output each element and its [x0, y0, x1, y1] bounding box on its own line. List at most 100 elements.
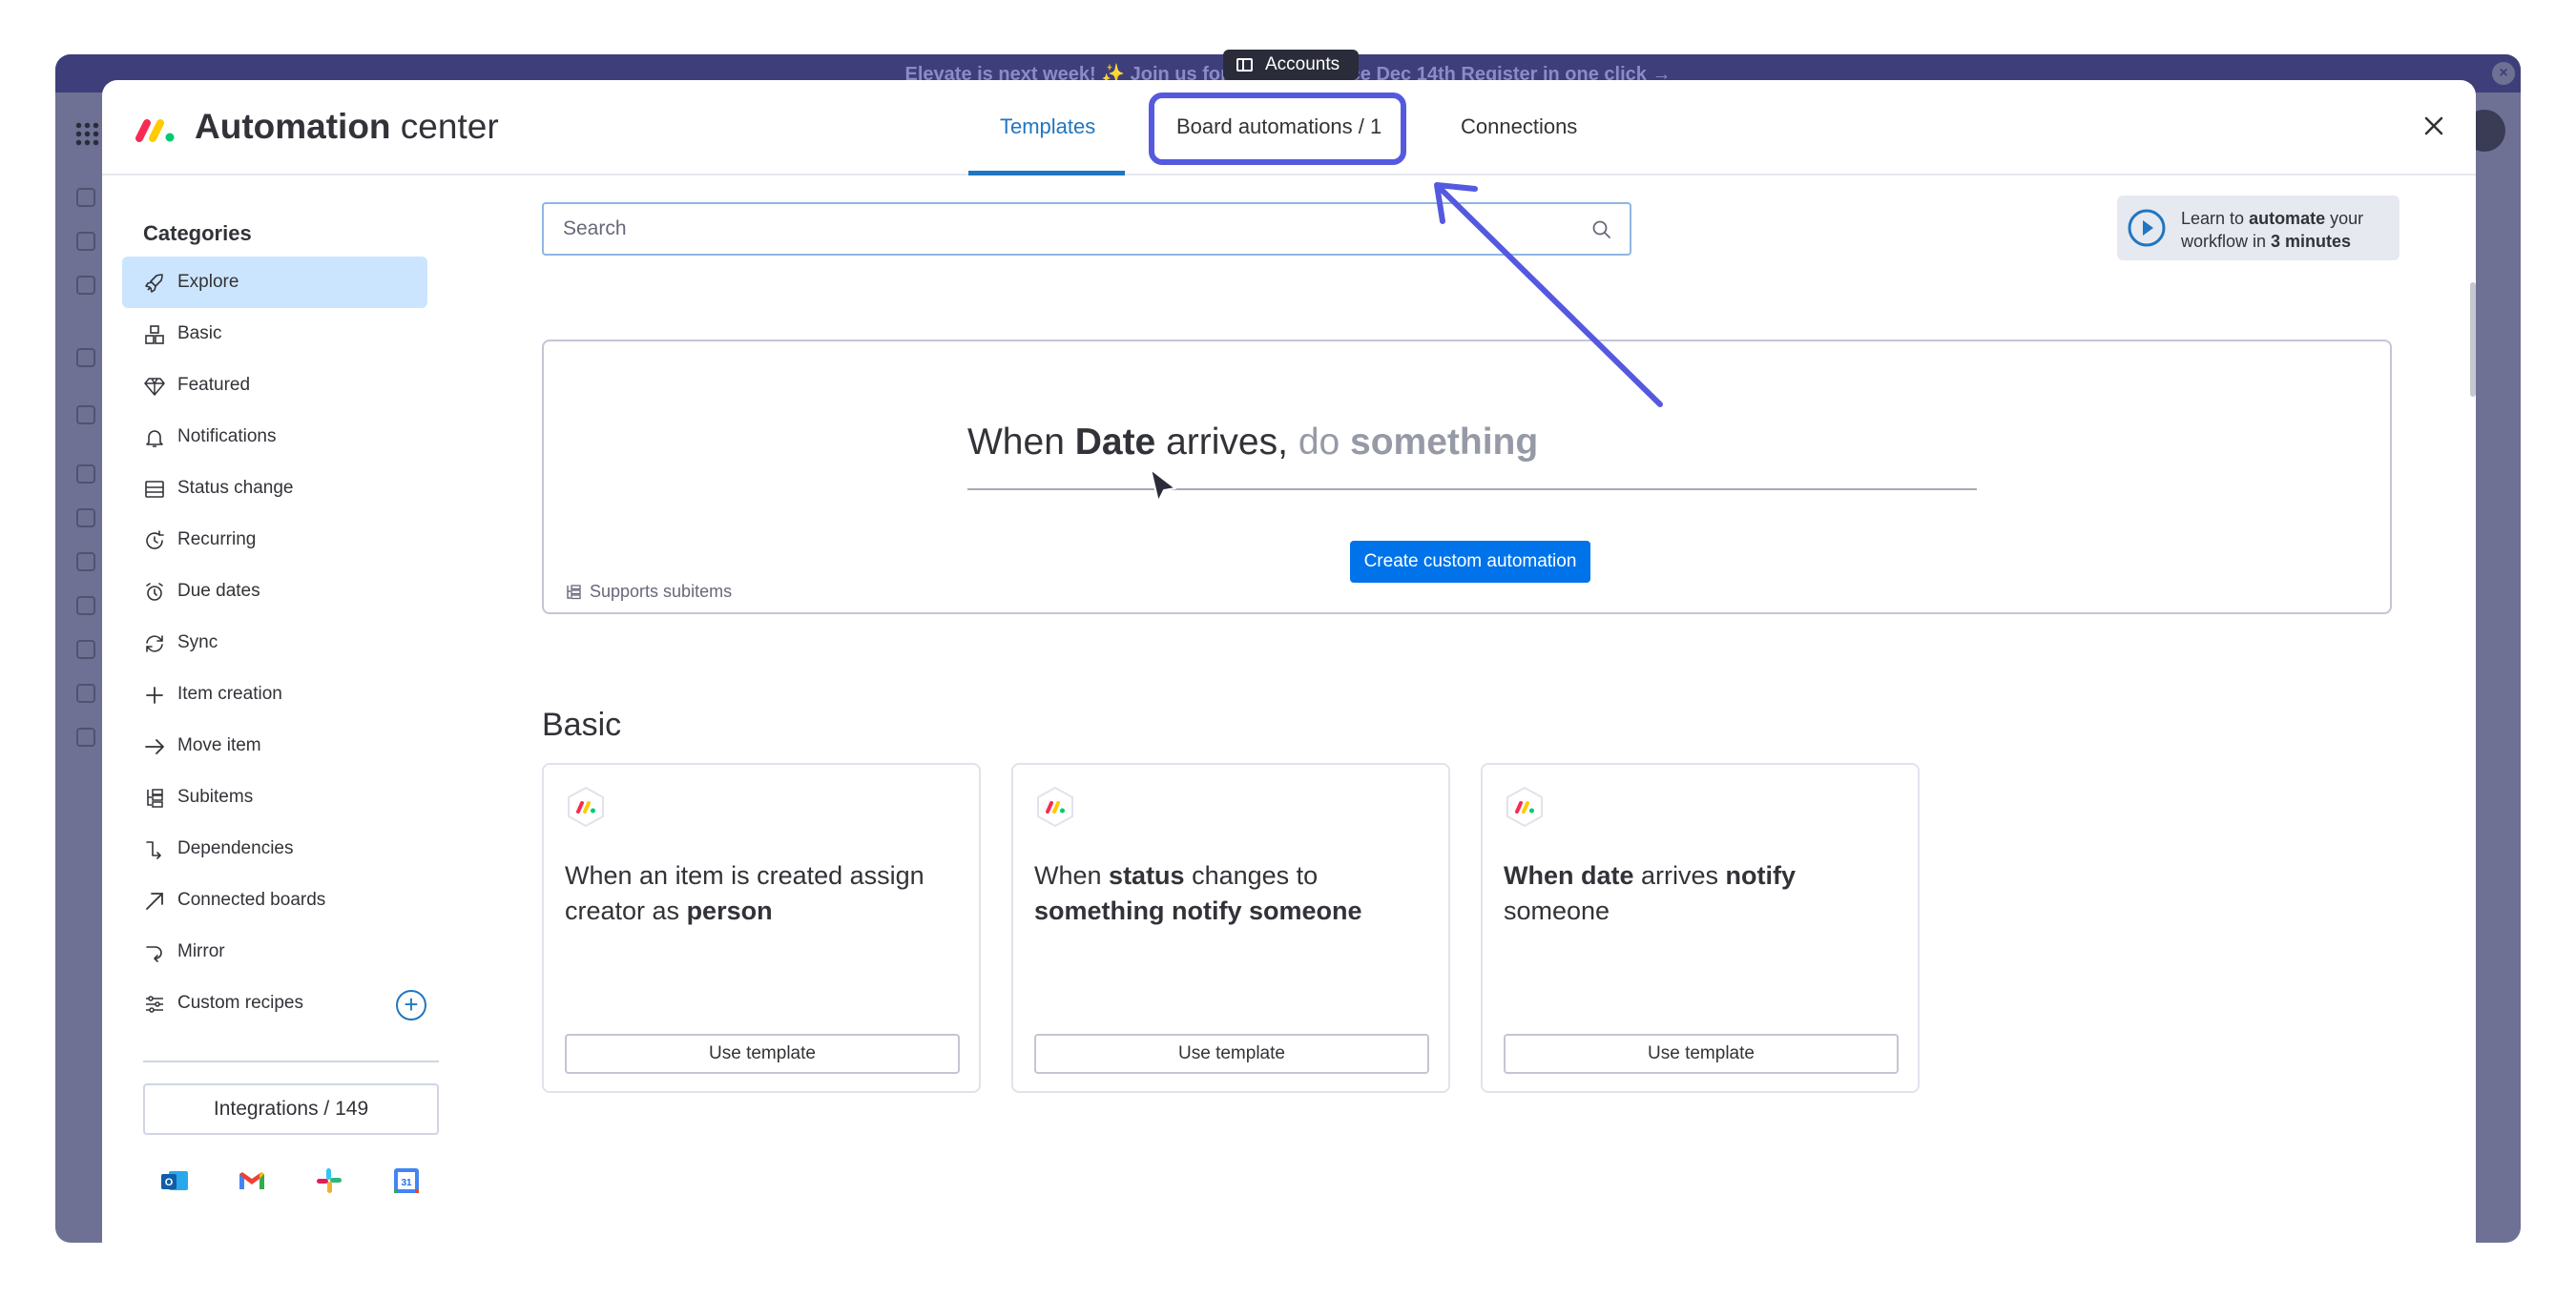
recurring-icon: [146, 530, 164, 549]
tab-templates[interactable]: Templates: [1000, 114, 1095, 139]
tab-connections[interactable]: Connections: [1461, 114, 1577, 139]
learn-video-card[interactable]: Learn to automate your workflow in 3 min…: [2117, 196, 2399, 260]
monday-logo-icon: [135, 119, 175, 142]
category-label: Recurring: [177, 529, 257, 549]
template-card[interactable]: When an item is created assign creator a…: [542, 763, 981, 1093]
svg-text:O: O: [165, 1177, 174, 1188]
category-label: Item creation: [177, 684, 282, 704]
accounts-tab-label: Accounts: [1265, 54, 1340, 74]
home-icon[interactable]: [76, 188, 95, 207]
banner-close-icon[interactable]: ×: [2492, 62, 2515, 85]
desc-bold: When date: [1504, 861, 1634, 890]
category-recurring[interactable]: Recurring: [122, 514, 427, 566]
category-label: Subitems: [177, 787, 254, 807]
category-label: Sync: [177, 632, 218, 652]
dependencies-icon: [146, 841, 161, 859]
category-item-creation[interactable]: Item creation: [122, 669, 427, 720]
outlook-icon[interactable]: O: [159, 1165, 190, 1196]
accounts-tab[interactable]: Accounts: [1223, 50, 1359, 80]
search-rail-icon[interactable]: [76, 405, 95, 424]
category-status-change[interactable]: Status change: [122, 463, 427, 514]
template-card[interactable]: When date arrives notify someone Use tem…: [1481, 763, 1920, 1093]
learn-bold-minutes: 3 minutes: [2271, 232, 2352, 251]
category-label: Custom recipes: [177, 993, 303, 1013]
category-notifications[interactable]: Notifications: [122, 411, 427, 463]
category-custom-recipes[interactable]: Custom recipes +: [122, 978, 427, 1029]
alarm-icon: [146, 583, 163, 601]
sidebar-toggle-icon: [1236, 58, 1253, 72]
svg-text:31: 31: [401, 1178, 412, 1188]
supports-subitems-label: Supports subitems: [565, 582, 732, 602]
automation-center-modal: Automation center Templates Board automa…: [102, 80, 2476, 1243]
sliders-icon: [146, 996, 163, 1013]
category-sync[interactable]: Sync: [122, 617, 427, 669]
category-label: Basic: [177, 323, 222, 343]
category-connected-boards[interactable]: Connected boards: [122, 875, 427, 926]
category-label: Mirror: [177, 941, 225, 961]
page-title: Automation center: [195, 107, 499, 147]
desc-bold: something notify someone: [1034, 896, 1362, 925]
desc-part: When: [1034, 861, 1110, 890]
category-dependencies[interactable]: Dependencies: [122, 823, 427, 875]
category-label: Notifications: [177, 426, 277, 446]
play-icon: [2128, 209, 2166, 247]
desc-bold: notify: [1725, 861, 1797, 890]
close-icon[interactable]: [2420, 113, 2447, 139]
desc-bold: person: [686, 896, 773, 925]
category-label: Connected boards: [177, 890, 326, 910]
slack-icon[interactable]: [314, 1165, 344, 1196]
apps-grid-icon[interactable]: [74, 121, 99, 146]
board-icon[interactable]: [76, 552, 95, 571]
google-calendar-icon[interactable]: 31: [391, 1165, 422, 1196]
board-icon[interactable]: [76, 640, 95, 659]
category-label: Dependencies: [177, 838, 294, 858]
create-custom-automation-button[interactable]: Create custom automation: [1350, 541, 1590, 583]
board-icon[interactable]: [76, 684, 95, 703]
title-light: center: [390, 107, 499, 146]
diamond-icon: [144, 378, 165, 396]
sentence-date-token[interactable]: Date: [1075, 422, 1156, 463]
sidebar-divider: [143, 1061, 439, 1062]
send-icon[interactable]: [76, 276, 95, 295]
category-label: Status change: [177, 478, 294, 498]
desc-part: someone: [1504, 896, 1610, 925]
arrow-right-icon: [145, 739, 164, 754]
scrollbar-thumb[interactable]: [2470, 282, 2476, 397]
search-icon[interactable]: [1591, 219, 1612, 240]
sentence-do: do: [1298, 422, 1351, 463]
mouse-cursor-icon: [1150, 468, 1176, 503]
gmail-icon[interactable]: [237, 1165, 267, 1196]
category-mirror[interactable]: Mirror: [122, 926, 427, 978]
add-custom-recipe-button[interactable]: +: [396, 990, 426, 1020]
use-template-button[interactable]: Use template: [565, 1034, 960, 1074]
use-template-button[interactable]: Use template: [1034, 1034, 1429, 1074]
category-explore[interactable]: Explore: [122, 257, 427, 308]
board-icon[interactable]: [76, 596, 95, 615]
search-input[interactable]: [563, 216, 1574, 242]
board-icon[interactable]: [76, 464, 95, 484]
mirror-icon: [146, 946, 162, 962]
category-subitems[interactable]: Subitems: [122, 772, 427, 823]
template-description: When date arrives notify someone: [1504, 858, 1904, 929]
subitems-icon: [567, 585, 581, 600]
workspace-icon[interactable]: [76, 348, 95, 367]
boxes-icon: [145, 325, 164, 344]
doc-icon[interactable]: [76, 728, 95, 747]
categories-title: Categories: [143, 221, 252, 245]
category-label: Featured: [177, 375, 251, 395]
my-work-icon[interactable]: [76, 232, 95, 251]
category-move-item[interactable]: Move item: [122, 720, 427, 772]
board-icon[interactable]: [76, 508, 95, 527]
category-due-dates[interactable]: Due dates: [122, 566, 427, 617]
category-basic[interactable]: Basic: [122, 308, 427, 360]
category-featured[interactable]: Featured: [122, 360, 427, 411]
template-description: When status changes to something notify …: [1034, 858, 1435, 929]
integrations-button[interactable]: Integrations / 149: [143, 1083, 439, 1135]
use-template-button[interactable]: Use template: [1504, 1034, 1899, 1074]
category-label: Explore: [177, 272, 239, 292]
sentence-something-token[interactable]: something: [1350, 422, 1538, 463]
active-tab-indicator: [968, 171, 1125, 175]
template-card[interactable]: When status changes to something notify …: [1011, 763, 1450, 1093]
desc-part: changes to: [1184, 861, 1319, 890]
custom-automation-card: When Date arrives, do something Create c…: [542, 340, 2392, 614]
